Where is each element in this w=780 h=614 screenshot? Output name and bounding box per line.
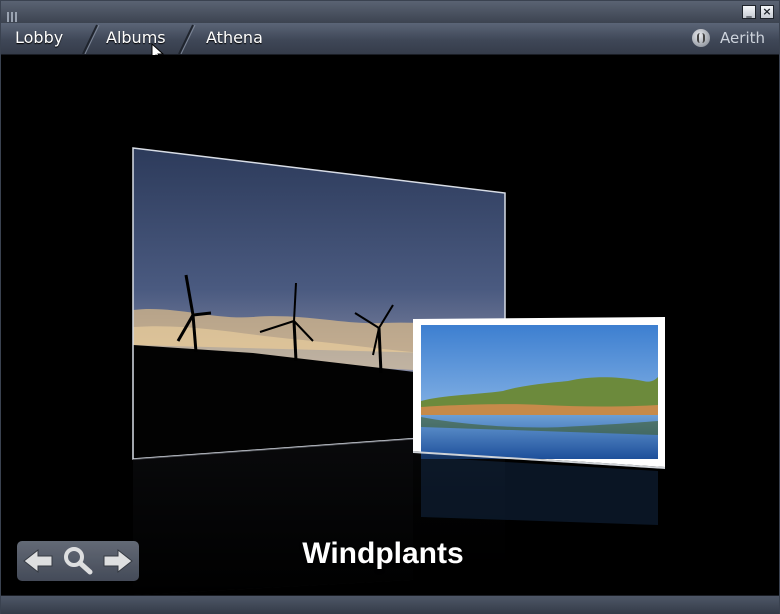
tab-lobby[interactable]: Lobby [15, 23, 63, 54]
grip-icon[interactable] [7, 7, 21, 22]
nav-bar: Lobby Albums Athena Aerith [1, 23, 779, 63]
app-window: _ × Lobby Albums Athena Aerith Windplant… [0, 0, 780, 614]
user-menu[interactable]: Aerith [692, 23, 765, 54]
photo-caption: Windplants [302, 537, 464, 570]
user-icon [692, 29, 711, 47]
viewer-controls [17, 541, 139, 581]
tab-separator [178, 24, 196, 54]
status-bar [1, 595, 779, 614]
tab-athena[interactable]: Athena [206, 23, 263, 54]
zoom-button[interactable] [61, 545, 95, 577]
photo-lake[interactable] [413, 317, 665, 469]
previous-button[interactable] [21, 545, 55, 577]
user-name: Aerith [720, 29, 765, 47]
close-button[interactable]: × [760, 5, 774, 19]
photo-stage: Windplants [3, 55, 777, 595]
title-bar[interactable]: _ × [1, 1, 779, 24]
next-button[interactable] [101, 545, 135, 577]
minimize-button[interactable]: _ [742, 5, 756, 19]
tab-separator [82, 24, 100, 54]
